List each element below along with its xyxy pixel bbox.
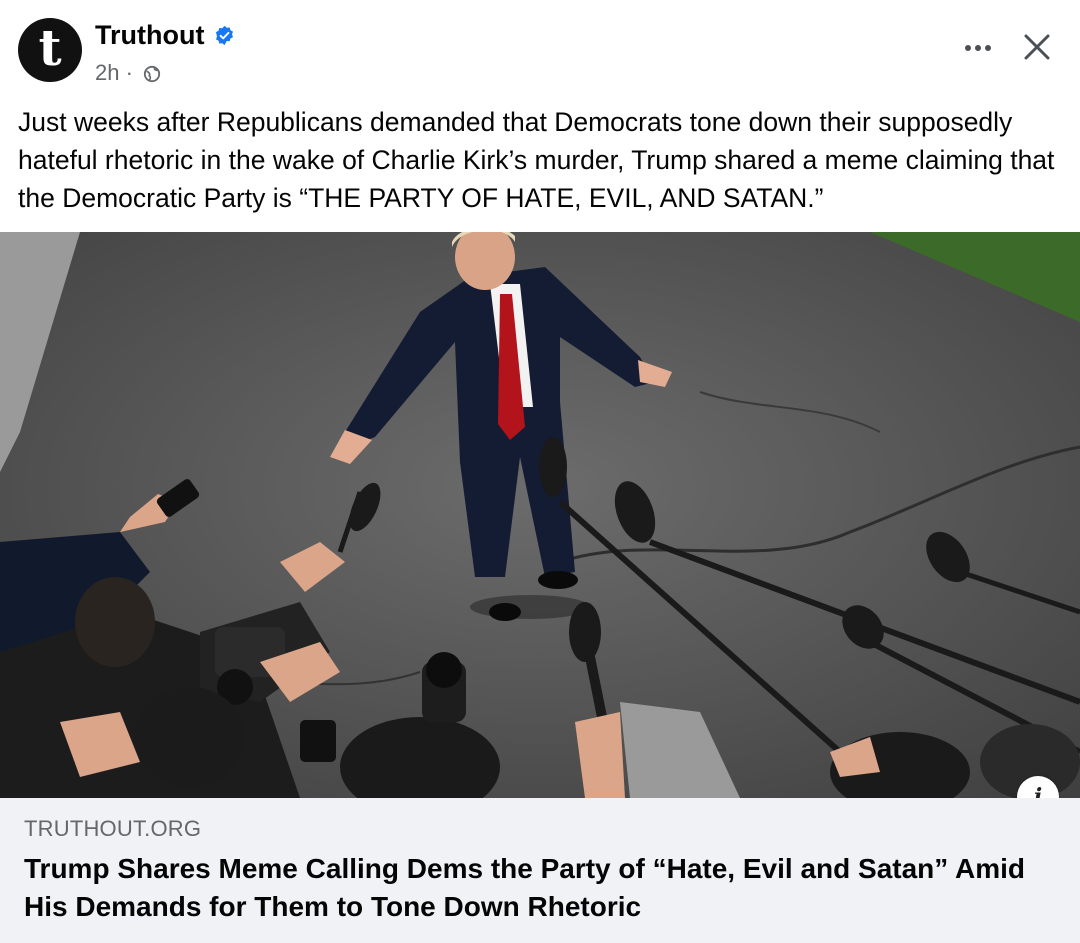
link-headline[interactable]: Trump Shares Meme Calling Dems the Party… xyxy=(24,850,1064,926)
post-meta: 2h · xyxy=(95,60,161,86)
post-photo[interactable] xyxy=(0,232,1080,798)
globe-icon xyxy=(143,65,161,83)
link-domain: TRUTHOUT.ORG xyxy=(24,816,202,841)
post-message: Just weeks after Republicans demanded th… xyxy=(18,107,1055,213)
link-preview-card[interactable]: TRUTHOUT.ORG Trump Shares Meme Calling D… xyxy=(0,798,1080,943)
close-icon[interactable] xyxy=(1018,28,1056,66)
more-options-icon[interactable] xyxy=(960,30,996,66)
photo-illustration xyxy=(0,232,1080,798)
avatar-logo-letter: t xyxy=(38,18,62,77)
post-time[interactable]: 2h xyxy=(95,60,119,85)
meta-separator: · xyxy=(125,60,133,85)
page-avatar[interactable]: t xyxy=(18,18,82,82)
verified-badge-icon xyxy=(216,25,233,46)
post-header: t Truthout 2h · xyxy=(0,0,1080,96)
page-name-link[interactable]: Truthout xyxy=(95,20,204,51)
